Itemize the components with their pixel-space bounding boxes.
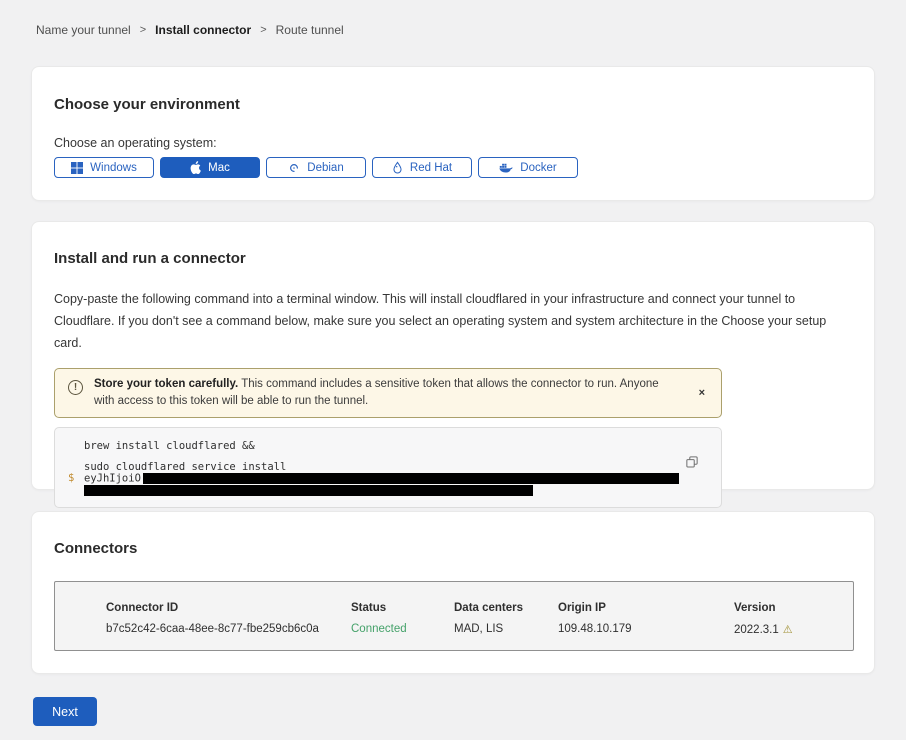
connectors-card: Connectors Connector ID b7c52c42-6caa-48… [31, 511, 875, 674]
os-button-windows[interactable]: Windows [54, 157, 154, 178]
breadcrumb-step-name-tunnel[interactable]: Name your tunnel [36, 23, 131, 37]
terminal-line-token: eyJhIjoiO [69, 473, 707, 485]
token-warning-text: Store your token carefully. This command… [94, 376, 666, 410]
connector-id-header: Connector ID [106, 602, 351, 614]
status-badge: Connected [351, 623, 454, 635]
breadcrumb-separator: > [260, 24, 266, 36]
column-data-centers: Data centers MAD, LIS [454, 602, 558, 650]
token-warning-banner: ! Store your token carefully. This comma… [54, 368, 722, 418]
os-button-label: Debian [307, 162, 343, 174]
install-card: Install and run a connector Copy-paste t… [31, 221, 875, 490]
redacted-token-bar [143, 473, 679, 484]
connectors-table: Connector ID b7c52c42-6caa-48ee-8c77-fbe… [54, 581, 854, 651]
terminal-line-install: sudo cloudflared service install [69, 462, 707, 473]
os-button-mac[interactable]: Mac [160, 157, 260, 178]
close-icon[interactable]: × [695, 385, 709, 401]
os-button-docker[interactable]: Docker [478, 157, 578, 178]
os-button-redhat[interactable]: Red Hat [372, 157, 472, 178]
token-prefix: eyJhIjoiO [84, 473, 141, 485]
os-button-label: Docker [520, 162, 556, 174]
data-centers-header: Data centers [454, 602, 558, 614]
alert-circle-icon: ! [68, 380, 83, 395]
connector-id-value: b7c52c42-6caa-48ee-8c77-fbe259cb6c0a [106, 623, 351, 635]
os-select-label: Choose an operating system: [54, 136, 852, 150]
version-header: Version [734, 602, 844, 614]
column-version: Version 2022.3.1⚠ [734, 602, 844, 650]
origin-ip-header: Origin IP [558, 602, 734, 614]
connectors-card-title: Connectors [54, 540, 852, 557]
status-header: Status [351, 602, 454, 614]
copy-icon[interactable] [684, 454, 700, 473]
debian-icon [288, 162, 300, 174]
breadcrumb-step-route-tunnel[interactable]: Route tunnel [276, 23, 344, 37]
environment-card: Choose your environment Choose an operat… [31, 66, 875, 201]
breadcrumb: Name your tunnel > Install connector > R… [0, 0, 906, 37]
terminal-prompt: $ [68, 473, 74, 484]
data-centers-value: MAD, LIS [454, 623, 558, 635]
origin-ip-value: 109.48.10.179 [558, 623, 734, 635]
os-button-group: Windows Mac Debian Red Hat Docker [54, 157, 852, 178]
install-description: Copy-paste the following command into a … [54, 288, 852, 354]
os-button-debian[interactable]: Debian [266, 157, 366, 178]
os-button-label: Windows [90, 162, 137, 174]
breadcrumb-separator: > [140, 24, 146, 36]
next-button[interactable]: Next [33, 697, 97, 726]
environment-card-title: Choose your environment [54, 96, 852, 113]
redacted-token-bar [84, 485, 533, 496]
apple-icon [190, 161, 201, 174]
install-card-title: Install and run a connector [54, 250, 852, 267]
os-button-label: Red Hat [410, 162, 452, 174]
terminal-command-block: brew install cloudflared && $ sudo cloud… [54, 427, 722, 508]
token-warning-bold: Store your token carefully. [94, 378, 238, 390]
column-connector-id: Connector ID b7c52c42-6caa-48ee-8c77-fbe… [106, 602, 351, 650]
column-status: Status Connected [351, 602, 454, 650]
terminal-line-brew: brew install cloudflared && [69, 441, 707, 452]
version-warning-icon: ⚠ [783, 624, 793, 636]
windows-icon [71, 162, 83, 174]
breadcrumb-step-install-connector[interactable]: Install connector [155, 23, 251, 37]
column-origin-ip: Origin IP 109.48.10.179 [558, 602, 734, 650]
docker-icon [499, 162, 513, 173]
os-button-label: Mac [208, 162, 230, 174]
redhat-icon [392, 161, 403, 174]
version-value: 2022.3.1⚠ [734, 623, 844, 636]
